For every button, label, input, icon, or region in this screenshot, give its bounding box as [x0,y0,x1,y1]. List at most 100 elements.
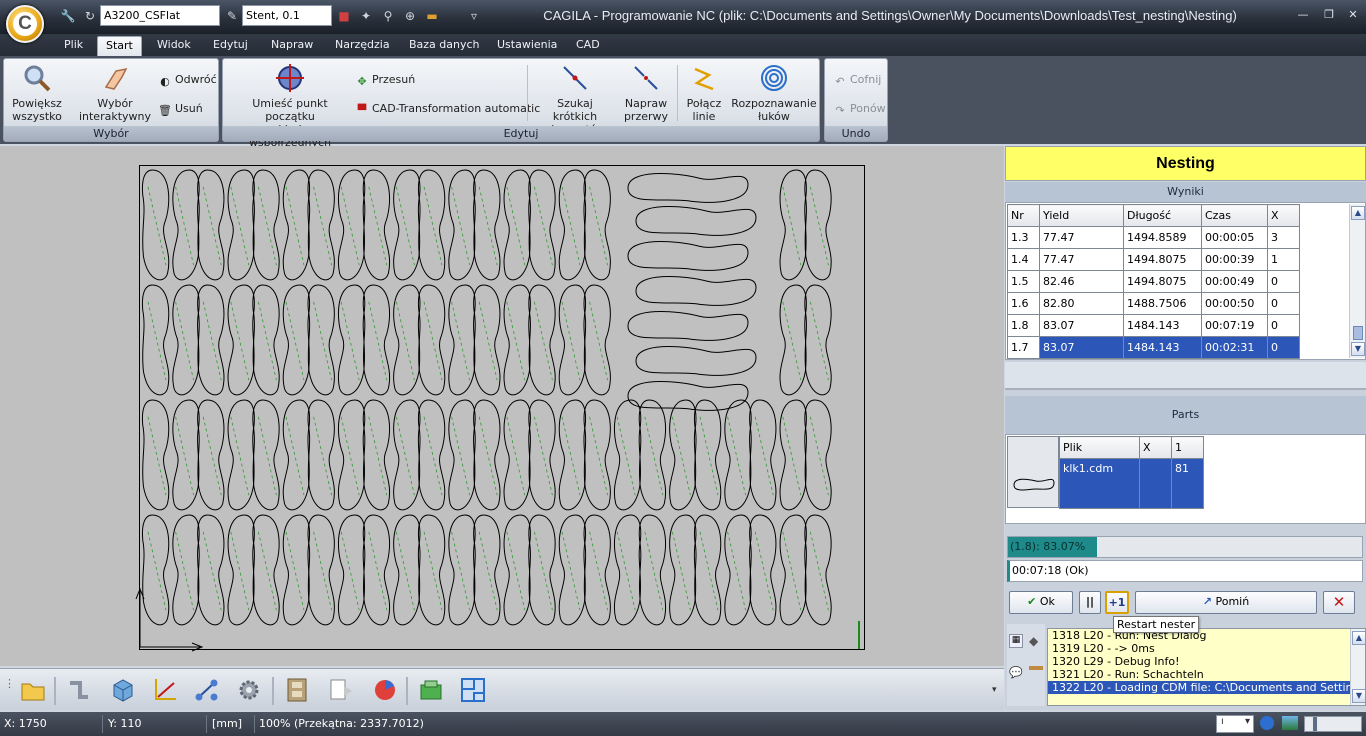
log-line[interactable]: 1318 L20 - Run: Nest Dialog [1048,629,1365,642]
node-graph-icon[interactable] [194,677,220,703]
tab-napraw[interactable]: Napraw [263,36,321,56]
folder-icon[interactable] [20,677,46,703]
delete-button[interactable]: 🗑 Usuń [158,102,203,117]
material-select[interactable]: Stent, 0.1 [242,5,332,26]
log-scrollbar[interactable]: ▲ ▼ [1350,629,1365,705]
record-icon[interactable]: ■ [336,8,352,24]
ruler-icon[interactable]: ▬ [424,8,440,24]
log-line[interactable]: 1322 L20 - Loading CDM file: C:\Document… [1048,681,1365,694]
nested-part[interactable] [417,514,446,626]
axis-tool-icon[interactable] [152,677,178,703]
tab-plik[interactable]: Plik [56,36,91,56]
ok-button[interactable]: ✔ Ok [1009,591,1073,614]
nested-part[interactable] [558,284,587,396]
nested-part[interactable] [172,169,200,281]
results-scrollbar[interactable]: ▲ ▼ [1349,204,1365,358]
nested-part[interactable] [448,514,476,626]
material-icon[interactable]: ✎ [224,8,240,24]
parts-column-header[interactable]: 1 [1171,436,1204,459]
nested-part[interactable] [307,169,335,281]
log-line[interactable]: 1321 L20 - Run: Schachteln [1048,668,1365,681]
nested-part[interactable] [583,169,611,281]
nested-part[interactable] [172,284,200,396]
nested-part[interactable] [227,514,255,626]
pin-icon[interactable]: ⚲ [380,8,396,24]
results-row[interactable]: 1.5 82.46 1494.8075 00:00:49 0 [1007,270,1300,293]
nested-part[interactable] [473,169,501,281]
nested-part[interactable] [503,514,531,626]
nested-part[interactable] [282,169,311,281]
nested-part[interactable] [693,514,722,626]
nested-part[interactable] [669,399,697,511]
nested-part[interactable] [503,169,531,281]
nested-part[interactable] [503,284,531,396]
cancel-nesting-button[interactable]: ✕ [1323,591,1355,614]
nested-part[interactable] [583,284,611,396]
nested-part[interactable] [724,514,752,626]
tools-icon[interactable]: ✦ [358,8,374,24]
nested-part[interactable] [393,169,421,281]
nested-part[interactable] [528,284,556,396]
nested-part[interactable] [583,514,611,626]
results-row[interactable]: 1.3 77.47 1494.8589 00:00:05 3 [1007,226,1300,249]
nested-part[interactable] [172,399,200,511]
landscape-icon[interactable] [1282,716,1298,730]
tab-start[interactable]: Start [97,36,142,56]
nested-part[interactable] [417,399,446,511]
tab-ustawienia[interactable]: Ustawienia [489,36,565,56]
nested-part[interactable] [282,284,311,396]
minimize-button[interactable]: — [1294,8,1312,22]
tab-widok[interactable]: Widok [149,36,199,56]
nested-part[interactable] [613,399,642,511]
nested-part[interactable] [528,169,556,281]
machine-select[interactable]: A3200_CSFlat [100,5,220,26]
nested-part[interactable] [337,399,366,511]
ruler-small-icon[interactable] [1029,666,1043,670]
nested-part[interactable] [282,399,311,511]
layer-dropdown[interactable]: ı ▾ [1216,715,1254,733]
nested-part[interactable] [613,514,642,626]
nested-part[interactable] [779,169,807,281]
toolbar-overflow-icon[interactable]: ▾ [992,685,997,695]
nested-part[interactable] [307,514,335,626]
nested-part[interactable] [197,284,225,396]
speech-icon[interactable]: 💬 [1009,666,1023,680]
nested-part[interactable] [393,514,421,626]
nested-part[interactable] [473,399,501,511]
nested-part[interactable] [448,284,476,396]
interactive-select-button[interactable]: Wybór interaktywny [78,63,152,123]
machine-icon[interactable] [418,677,444,703]
parts-column-header[interactable]: X [1139,436,1172,459]
log-scroll-up-icon[interactable]: ▲ [1352,631,1365,645]
nested-part-horizontal[interactable] [635,275,757,306]
nested-part[interactable] [417,284,446,396]
nested-part[interactable] [227,399,255,511]
nested-part[interactable] [804,169,832,281]
nested-part[interactable] [528,514,556,626]
results-row[interactable]: 1.6 82.80 1488.7506 00:00:50 0 [1007,292,1300,315]
log-scroll-down-icon[interactable]: ▼ [1352,689,1365,703]
results-column-header[interactable]: Czas [1201,204,1268,227]
redo-button[interactable]: ↷ Ponów [833,102,885,117]
nested-part[interactable] [227,284,255,396]
nested-part[interactable] [252,284,280,396]
pipe-tool-icon[interactable] [66,677,92,703]
log-line[interactable]: 1319 L20 - -> 0ms [1048,642,1365,655]
nested-part[interactable] [528,399,556,511]
nested-part[interactable] [417,169,446,281]
nested-part[interactable] [337,514,366,626]
repair-gaps-button[interactable]: Napraw przerwy [621,63,671,123]
nested-part[interactable] [558,169,587,281]
results-column-header[interactable]: Nr [1007,204,1040,227]
results-column-header[interactable]: Yield [1039,204,1124,227]
nested-part[interactable] [252,514,280,626]
nested-part[interactable] [558,399,587,511]
calculator-icon[interactable]: ▦ [1009,634,1023,648]
nested-part-horizontal[interactable] [627,310,749,341]
nested-part[interactable] [804,514,832,626]
nested-part[interactable] [558,514,587,626]
wrench-icon[interactable]: 🔧 [60,8,76,24]
nesting-layout-icon[interactable] [460,677,486,703]
tab-baza-danych[interactable]: Baza danych [401,36,488,56]
scroll-down-icon[interactable]: ▼ [1351,342,1365,356]
